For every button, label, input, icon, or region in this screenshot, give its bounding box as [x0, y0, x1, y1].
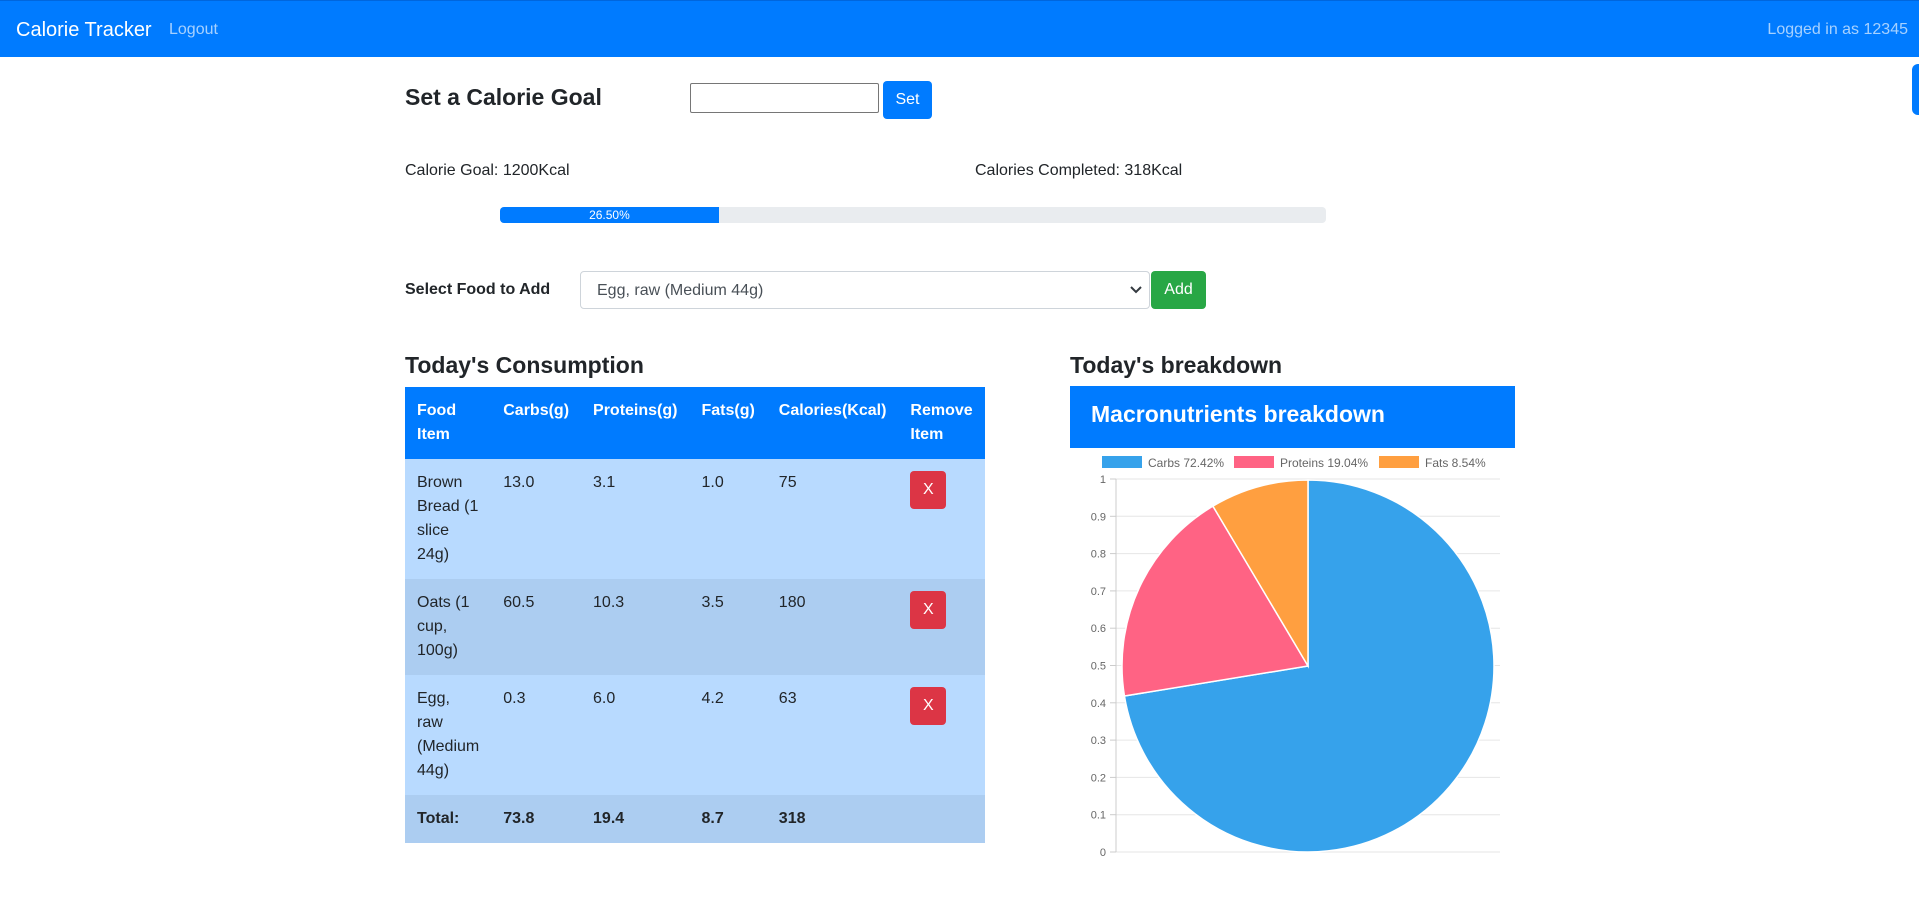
cell-calories: 63 [766, 675, 899, 795]
y-tick-label: 0.5 [1091, 661, 1106, 673]
side-edge-tab[interactable] [1912, 64, 1919, 115]
col-fats: Fats(g) [689, 387, 767, 459]
table-row: Oats (1 cup, 100g) 60.5 10.3 3.5 180 X [405, 579, 985, 675]
table-row: Brown Bread (1 slice 24g) 13.0 3.1 1.0 7… [405, 459, 985, 579]
table-row: Egg, raw (Medium 44g) 0.3 6.0 4.2 63 X [405, 675, 985, 795]
consumption-table: Food Item Carbs(g) Proteins(g) Fats(g) C… [405, 387, 985, 843]
cell-food: Brown Bread (1 slice 24g) [405, 459, 492, 579]
cell-carbs: 60.5 [491, 579, 582, 675]
food-select-value: Egg, raw (Medium 44g) [597, 282, 764, 299]
cell-fats: 3.5 [689, 579, 767, 675]
total-calories: 318 [766, 795, 899, 843]
logout-link[interactable]: Logout [169, 21, 218, 39]
food-select-label: Select Food to Add [405, 281, 551, 298]
legend-swatch-carbs [1102, 456, 1142, 468]
macronutrients-chart: Carbs 72.42% Proteins 19.04% Fats 8.54% 0 0.… [1070, 450, 1515, 860]
y-tick-label: 0.2 [1091, 772, 1106, 784]
y-tick-label: 0.7 [1091, 586, 1106, 598]
breakdown-card-title: Macronutrients breakdown [1091, 401, 1385, 427]
y-tick-label: 0.6 [1091, 623, 1106, 635]
cell-remove: X [898, 675, 985, 795]
y-tick-label: 0 [1100, 847, 1106, 859]
logged-in-user: Logged in as 12345 [1767, 21, 1908, 38]
legend-label-fats: Fats 8.54% [1425, 456, 1486, 470]
total-label: Total: [405, 795, 492, 843]
brand-link[interactable]: Calorie Tracker [16, 19, 152, 42]
col-calories: Calories(Kcal) [766, 387, 899, 459]
col-carbs: Carbs(g) [491, 387, 582, 459]
add-food-button[interactable]: Add [1151, 271, 1206, 309]
pie-chart-svg: Carbs 72.42% Proteins 19.04% Fats 8.54% 0 0.… [1091, 456, 1500, 859]
remove-item-button[interactable]: X [910, 591, 947, 629]
cell-calories: 180 [766, 579, 899, 675]
breakdown-heading: Today's breakdown [1070, 352, 1283, 378]
total-empty [898, 795, 985, 843]
remove-item-button[interactable]: X [910, 687, 947, 725]
cell-fats: 4.2 [689, 675, 767, 795]
y-tick-label: 1 [1100, 474, 1106, 486]
legend-swatch-fats [1379, 456, 1419, 468]
cell-fats: 1.0 [689, 459, 767, 579]
cell-food: Egg, raw (Medium 44g) [405, 675, 492, 795]
cell-carbs: 0.3 [491, 675, 582, 795]
cell-calories: 75 [766, 459, 899, 579]
calorie-progress-bar: 26.50% [500, 207, 719, 223]
total-fats: 8.7 [689, 795, 767, 843]
consumption-heading: Today's Consumption [405, 352, 644, 378]
table-header-row: Food Item Carbs(g) Proteins(g) Fats(g) C… [405, 387, 985, 459]
cell-proteins: 6.0 [581, 675, 690, 795]
calorie-progress: 26.50% [500, 207, 1326, 223]
col-remove: Remove Item [898, 387, 985, 459]
navbar: Calorie Tracker Logout Logged in as 1234… [0, 0, 1919, 57]
chevron-down-icon [1130, 286, 1142, 294]
total-row: Total: 73.8 19.4 8.7 318 [405, 795, 985, 843]
cell-proteins: 10.3 [581, 579, 690, 675]
legend-label-carbs: Carbs 72.42% [1148, 456, 1224, 470]
y-tick-label: 0.1 [1091, 810, 1106, 822]
y-tick-label: 0.4 [1091, 698, 1106, 710]
y-tick-label: 0.9 [1091, 511, 1106, 523]
cell-proteins: 3.1 [581, 459, 690, 579]
cell-carbs: 13.0 [491, 459, 582, 579]
legend-label-proteins: Proteins 19.04% [1280, 456, 1368, 470]
total-proteins: 19.4 [581, 795, 690, 843]
legend-swatch-proteins [1234, 456, 1274, 468]
calories-completed-text: Calories Completed: 318Kcal [975, 162, 1183, 179]
food-select[interactable]: Egg, raw (Medium 44g) [580, 271, 1150, 309]
calorie-goal-text: Calorie Goal: 1200Kcal [405, 162, 570, 179]
set-goal-button[interactable]: Set [883, 81, 932, 119]
cell-remove: X [898, 459, 985, 579]
total-carbs: 73.8 [491, 795, 582, 843]
cell-food: Oats (1 cup, 100g) [405, 579, 492, 675]
col-food-item: Food Item [405, 387, 492, 459]
y-tick-label: 0.3 [1091, 735, 1106, 747]
y-tick-label: 0.8 [1091, 549, 1106, 561]
remove-item-button[interactable]: X [910, 471, 947, 509]
breakdown-card-header: Macronutrients breakdown [1070, 386, 1515, 448]
cell-remove: X [898, 579, 985, 675]
calorie-goal-input[interactable] [690, 83, 879, 113]
goal-heading: Set a Calorie Goal [405, 84, 602, 110]
col-proteins: Proteins(g) [581, 387, 690, 459]
